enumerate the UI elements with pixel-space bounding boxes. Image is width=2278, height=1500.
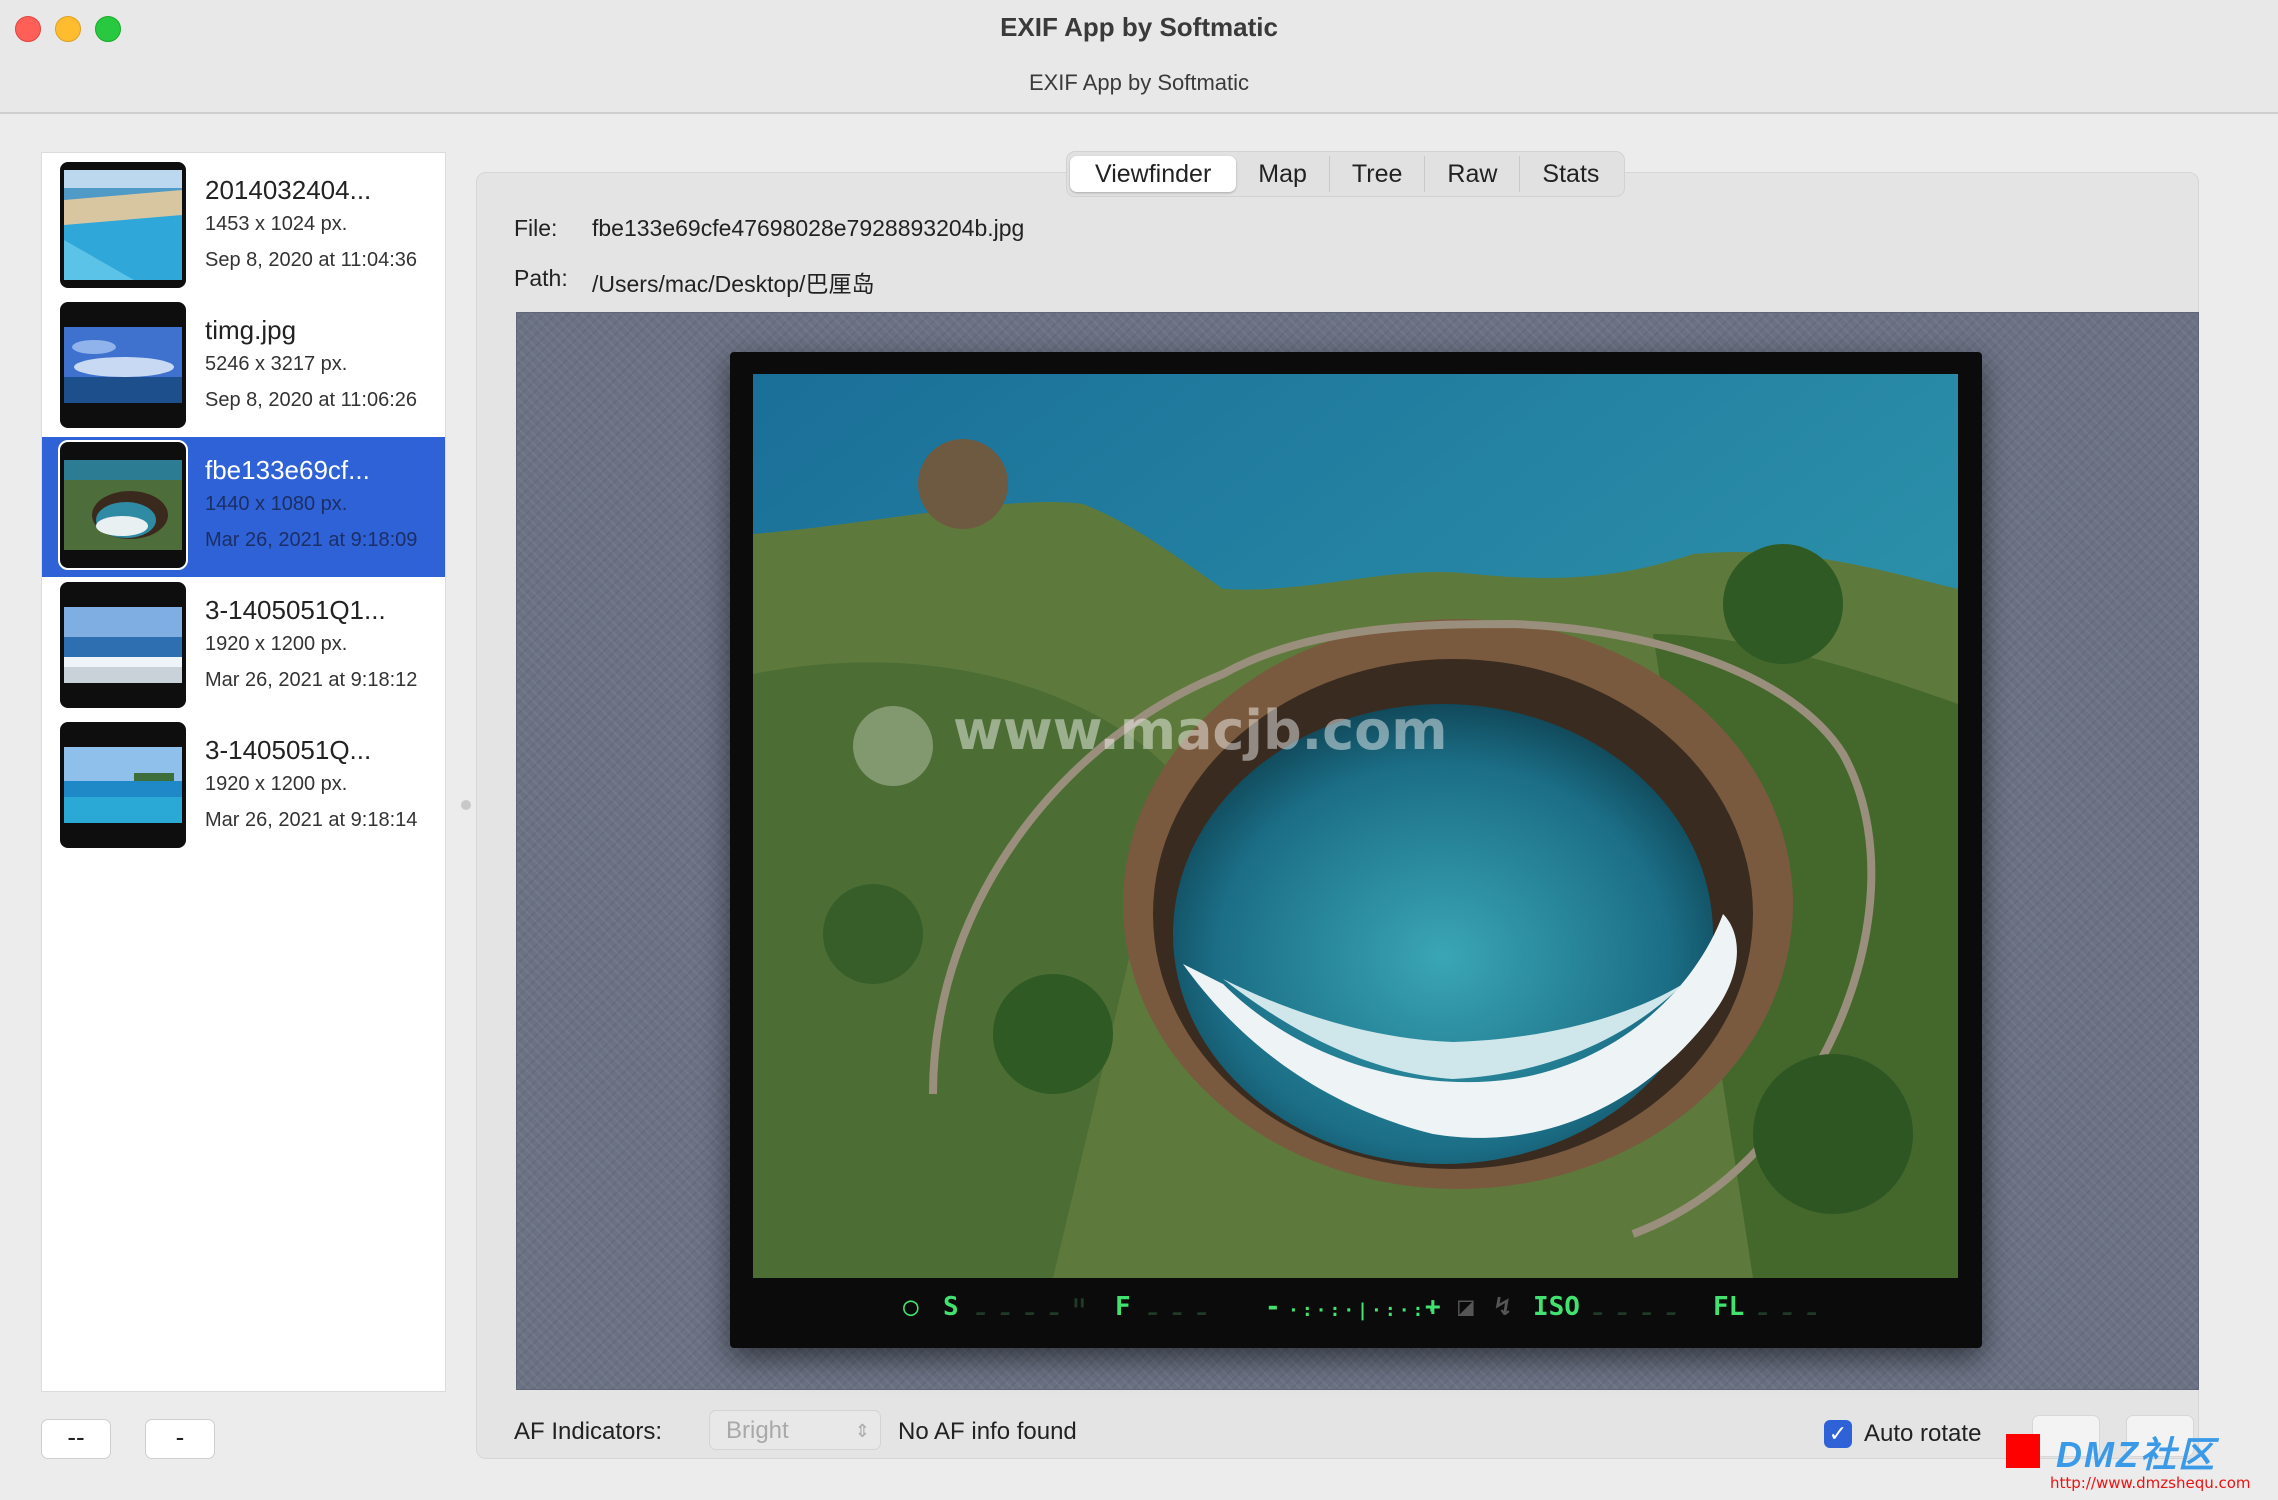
file-thumbnail bbox=[58, 440, 188, 570]
file-list-item-selected[interactable]: fbe133e69cf... 1440 x 1080 px. Mar 26, 2… bbox=[42, 437, 445, 577]
file-list-item[interactable]: 3-1405051Q1... 1920 x 1200 px. Mar 26, 2… bbox=[42, 577, 445, 717]
iso-value: ---- bbox=[1588, 1292, 1686, 1332]
file-list[interactable]: 2014032404... 1453 x 1024 px. Sep 8, 202… bbox=[41, 152, 446, 1392]
file-list-item[interactable]: 3-1405051Q... 1920 x 1200 px. Mar 26, 20… bbox=[42, 717, 445, 857]
remove-file-button[interactable]: - bbox=[145, 1419, 215, 1459]
file-date: Sep 8, 2020 at 11:04:36 bbox=[205, 249, 418, 271]
file-date: Mar 26, 2021 at 9:18:12 bbox=[205, 669, 418, 691]
shutter-label: S bbox=[943, 1292, 959, 1322]
tab-raw[interactable]: Raw bbox=[1425, 156, 1521, 192]
window-subtitle: EXIF App by Softmatic bbox=[1028, 70, 1250, 95]
file-dimensions: 1920 x 1200 px. bbox=[205, 633, 348, 655]
file-thumbnail bbox=[60, 722, 186, 848]
exposure-plus: + bbox=[1425, 1292, 1441, 1322]
photo-preview: www.macjb.com bbox=[753, 374, 1958, 1278]
path-value: /Users/mac/Desktop/巴厘岛 bbox=[592, 271, 875, 297]
tab-map[interactable]: Map bbox=[1236, 156, 1330, 192]
af-select-value: Bright bbox=[726, 1417, 789, 1444]
file-name: 3-1405051Q... bbox=[205, 735, 372, 765]
auto-rotate-checkbox[interactable]: ✓ bbox=[1824, 1420, 1852, 1448]
file-name: timg.jpg bbox=[205, 315, 297, 345]
watermark-text: www.macjb.com bbox=[953, 699, 1448, 762]
file-list-item[interactable]: timg.jpg 5246 x 3217 px. Sep 8, 2020 at … bbox=[42, 297, 445, 437]
file-dimensions: 1440 x 1080 px. bbox=[205, 493, 348, 515]
chevron-updown-icon: ⇕ bbox=[854, 1421, 870, 1441]
title-bar: EXIF App by Softmatic EXIF App by Softma… bbox=[0, 0, 2278, 114]
exposure-comp-icon: ◪ bbox=[1458, 1292, 1474, 1322]
path-label: Path: bbox=[514, 265, 568, 291]
file-name: 3-1405051Q1... bbox=[205, 595, 386, 625]
aperture-label: F bbox=[1115, 1292, 1131, 1322]
flash-icon: ↯ bbox=[1495, 1292, 1511, 1322]
file-dimensions: 1453 x 1024 px. bbox=[205, 213, 348, 235]
focus-indicator-icon: ○ bbox=[903, 1292, 919, 1322]
file-name: 2014032404... bbox=[205, 175, 372, 205]
view-tab-bar[interactable]: Viewfinder Map Tree Raw Stats bbox=[1066, 151, 1626, 197]
split-view-handle[interactable] bbox=[461, 800, 471, 810]
dmz-watermark-url: http://www.dmzshequ.com bbox=[2050, 1474, 2251, 1492]
file-thumbnail bbox=[60, 582, 186, 708]
file-thumbnail bbox=[60, 162, 186, 288]
file-label: File: bbox=[514, 215, 558, 241]
af-info-text: No AF info found bbox=[898, 1418, 1077, 1445]
camera-viewfinder: www.macjb.com ○ S ----" F --- - ·:·:·|·:… bbox=[730, 352, 1982, 1348]
file-value: fbe133e69cfe47698028e7928893204b.jpg bbox=[592, 215, 1025, 241]
iso-label: ISO bbox=[1533, 1292, 1580, 1322]
file-dimensions: 1920 x 1200 px. bbox=[205, 773, 348, 795]
focal-length-label: FL bbox=[1713, 1292, 1745, 1322]
auto-rotate-label: Auto rotate bbox=[1864, 1420, 1982, 1447]
shutter-value: ----" bbox=[971, 1292, 1094, 1332]
viewfinder-lcd-bar: ○ S ----" F --- - ·:·:·|·:·:· + ◪ ↯ ISO … bbox=[753, 1282, 1958, 1342]
tab-viewfinder[interactable]: Viewfinder bbox=[1070, 156, 1237, 192]
watermark-logo-icon bbox=[853, 706, 933, 786]
af-indicators-select[interactable]: Bright ⇕ bbox=[709, 1410, 881, 1450]
file-thumbnail bbox=[60, 302, 186, 428]
window-title: EXIF App by Softmatic bbox=[1000, 12, 1278, 42]
tab-stats[interactable]: Stats bbox=[1520, 156, 1621, 192]
exposure-minus: - bbox=[1265, 1292, 1281, 1322]
dmz-logo-square bbox=[2006, 1434, 2040, 1468]
exposure-scale: ·:·:·|·:·:· bbox=[1288, 1300, 1441, 1321]
dmz-watermark-text: DMZ社区 bbox=[2056, 1434, 2216, 1475]
file-date: Mar 26, 2021 at 9:18:09 bbox=[205, 529, 418, 551]
add-file-button[interactable]: -- bbox=[41, 1419, 111, 1459]
tab-tree[interactable]: Tree bbox=[1330, 156, 1426, 192]
af-indicators-label: AF Indicators: bbox=[514, 1418, 663, 1445]
focal-length-value: --- bbox=[1753, 1292, 1827, 1332]
file-date: Sep 8, 2020 at 11:06:26 bbox=[205, 389, 418, 411]
file-date: Mar 26, 2021 at 9:18:14 bbox=[205, 809, 418, 831]
file-list-item[interactable]: 2014032404... 1453 x 1024 px. Sep 8, 202… bbox=[42, 157, 445, 297]
aperture-value: --- bbox=[1143, 1292, 1217, 1332]
file-dimensions: 5246 x 3217 px. bbox=[205, 353, 348, 375]
file-name: fbe133e69cf... bbox=[205, 455, 370, 485]
